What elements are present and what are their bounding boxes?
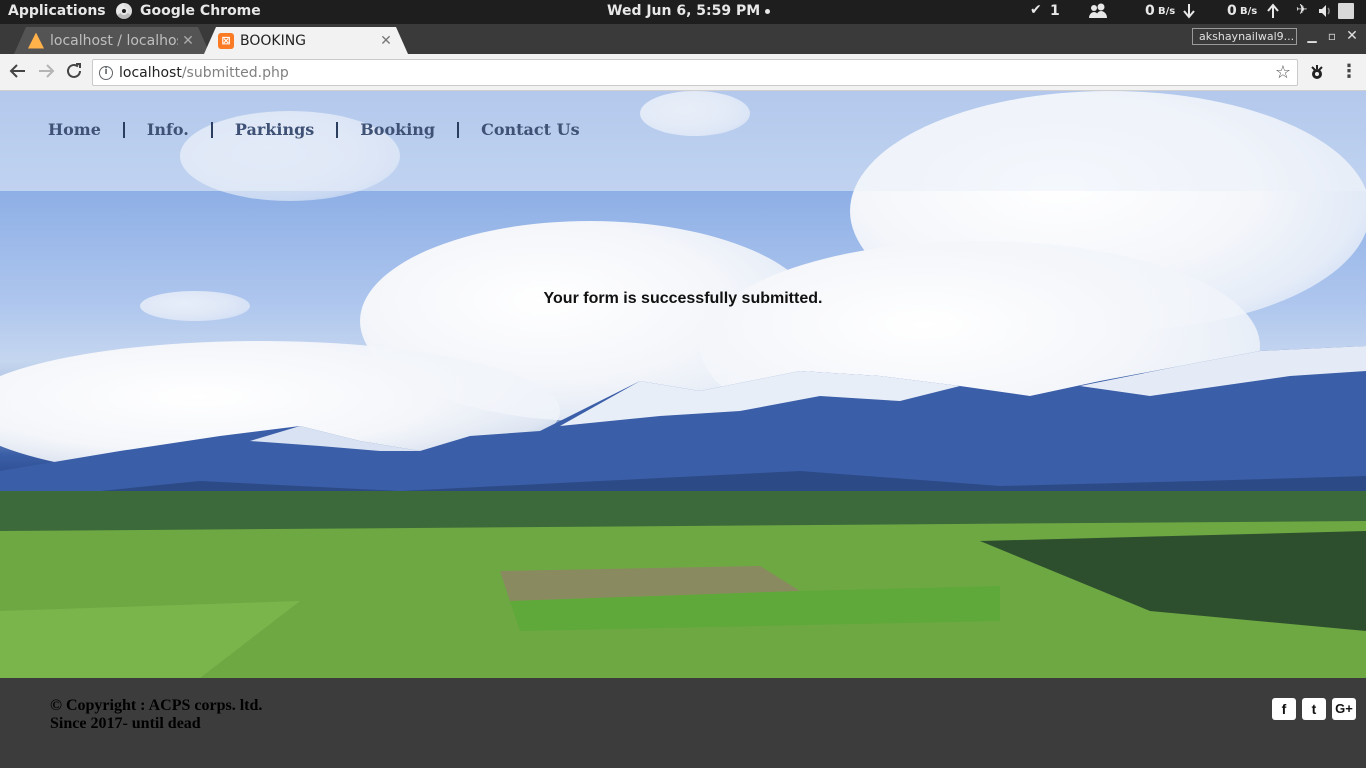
url-text[interactable]: localhost/submitted.php <box>119 65 289 81</box>
extension-icon[interactable] <box>1308 63 1326 81</box>
arrow-down-icon <box>1182 3 1196 23</box>
net-down-value: 0 <box>1145 3 1155 19</box>
net-up-unit: B/s <box>1240 6 1258 17</box>
nav-band <box>0 91 1366 191</box>
profile-button[interactable]: akshaynailwal9... <box>1192 28 1297 45</box>
phpmyadmin-icon <box>28 32 44 49</box>
reload-icon[interactable] <box>64 62 84 82</box>
tab-booking[interactable]: ⊠ BOOKING ✕ <box>204 27 408 54</box>
nav-divider <box>122 121 125 138</box>
main-nav: Home Info. Parkings Booking Contact Us <box>48 120 580 139</box>
google-plus-icon[interactable]: G+ <box>1332 698 1356 720</box>
close-tab-icon[interactable]: ✕ <box>178 33 198 49</box>
active-app-menu[interactable]: Google Chrome <box>116 3 261 19</box>
tab-localhost[interactable]: localhost / localhost ✕ <box>14 27 210 54</box>
nav-info[interactable]: Info. <box>147 120 189 139</box>
back-arrow-icon[interactable] <box>8 62 28 82</box>
tab-strip: localhost / localhost ✕ ⊠ BOOKING ✕ <box>0 24 1366 54</box>
volume-icon[interactable] <box>1318 3 1332 23</box>
nav-divider <box>210 121 213 138</box>
page-footer: © Copyright : ACPS corps. ltd. Since 201… <box>0 678 1366 768</box>
copyright-text: © Copyright : ACPS corps. ltd. <box>50 697 263 714</box>
browser-toolbar: i localhost/submitted.php ☆ <box>0 54 1366 91</box>
users-icon[interactable] <box>1088 3 1108 23</box>
nav-booking[interactable]: Booking <box>360 120 435 139</box>
success-message: Your form is successfully submitted. <box>543 290 823 307</box>
maximize-icon[interactable]: ▫ <box>1324 28 1340 44</box>
nav-divider <box>336 121 339 138</box>
twitter-icon[interactable]: t <box>1302 698 1326 720</box>
page-viewport: Home Info. Parkings Booking Contact Us Y… <box>0 91 1366 768</box>
updates-check-icon[interactable]: ✔ <box>1030 2 1042 18</box>
nav-contact-us[interactable]: Contact Us <box>481 120 579 139</box>
tab-title: BOOKING <box>240 32 307 49</box>
tab-title: localhost / localhost <box>50 32 178 49</box>
xampp-icon: ⊠ <box>218 32 234 49</box>
net-up-value: 0 <box>1227 3 1237 19</box>
arrow-up-icon <box>1266 3 1280 23</box>
minimize-icon[interactable]: ▁ <box>1304 28 1320 44</box>
since-text: Since 2017- until dead <box>50 715 201 732</box>
address-bar[interactable]: i localhost/submitted.php ☆ <box>92 59 1298 86</box>
forward-arrow-icon[interactable] <box>36 62 56 82</box>
landscape-background: Home Info. Parkings Booking Contact Us Y… <box>0 91 1366 678</box>
url-path: /submitted.php <box>181 65 289 81</box>
active-app-label: Google Chrome <box>140 3 261 19</box>
nav-parkings[interactable]: Parkings <box>235 120 314 139</box>
applications-menu[interactable]: Applications <box>8 3 106 19</box>
clock-label: Wed Jun 6, 5:59 PM <box>607 3 761 19</box>
bookmark-star-icon[interactable]: ☆ <box>1275 62 1291 83</box>
facebook-icon[interactable]: f <box>1272 698 1296 720</box>
net-down-unit: B/s <box>1158 6 1176 17</box>
nav-divider <box>457 121 460 138</box>
updates-count: 1 <box>1050 3 1060 19</box>
chrome-icon <box>116 3 132 19</box>
clock[interactable]: Wed Jun 6, 5:59 PM <box>607 3 771 19</box>
notification-dot-icon <box>765 8 771 14</box>
power-menu-icon[interactable] <box>1338 3 1354 19</box>
footer-text: © Copyright : ACPS corps. ltd. Since 201… <box>50 697 262 733</box>
valley-fields <box>0 491 1366 678</box>
url-host: localhost <box>119 65 182 81</box>
airplane-mode-icon[interactable]: ✈ <box>1296 2 1308 18</box>
close-tab-icon[interactable]: ✕ <box>376 33 396 49</box>
system-top-bar: Applications Google Chrome Wed Jun 6, 5:… <box>0 0 1366 24</box>
chrome-menu-icon[interactable]: ⋮ <box>1340 62 1358 82</box>
site-info-icon[interactable]: i <box>99 66 113 80</box>
nav-home[interactable]: Home <box>48 120 101 139</box>
window-close-icon[interactable]: ✕ <box>1344 28 1360 44</box>
